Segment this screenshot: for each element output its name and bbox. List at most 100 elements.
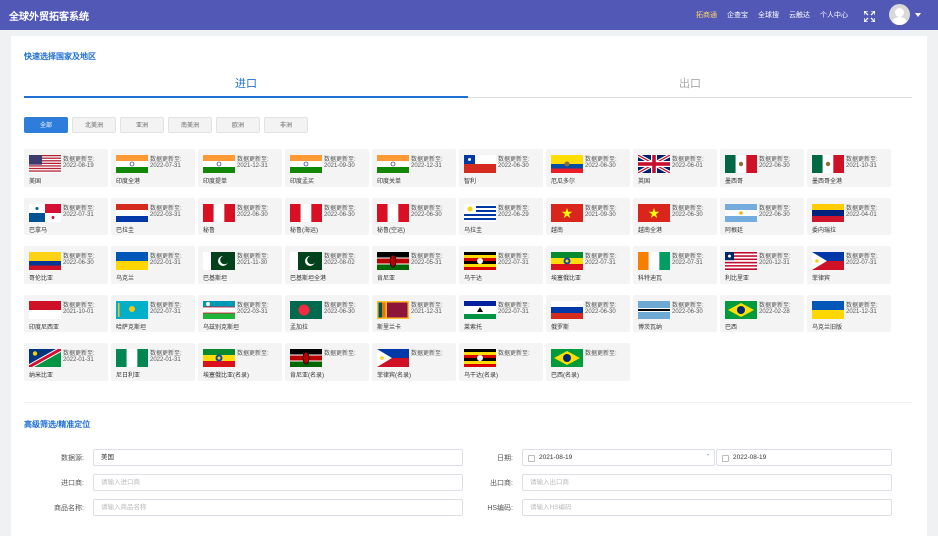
update-label: 数据更新至: — [63, 157, 95, 163]
nav-item-0[interactable]: 拓商通 — [696, 10, 717, 20]
country-card[interactable]: 数据更新至: 2022-07-31 巴拿马 — [24, 197, 108, 235]
country-card[interactable]: 数据更新至: 2021-10-31 墨西哥全港 — [807, 149, 891, 187]
us-flag-icon — [29, 155, 61, 173]
country-card[interactable]: 数据更新至: 2021-12-31 乌克兰旧版 — [807, 294, 891, 332]
country-card[interactable]: 数据更新至: 2021-09-30 越南 — [546, 197, 630, 235]
country-card[interactable]: 数据更新至: 菲律宾(名录) — [372, 343, 456, 381]
country-card[interactable]: 数据更新至: 2022-01-31 尼日利亚 — [111, 343, 195, 381]
region-tab-5[interactable]: 非洲 — [264, 117, 308, 133]
country-name: 印度关单 — [377, 179, 402, 185]
country-card[interactable]: 数据更新至: 2021-12-31 斯里兰卡 — [372, 294, 456, 332]
country-card[interactable]: 数据更新至: 2022-06-30 秘鲁(海运) — [285, 197, 369, 235]
update-label: 数据更新至: — [585, 254, 617, 260]
source-select[interactable]: 美国 — [93, 449, 463, 466]
region-tab-2[interactable]: 亚洲 — [120, 117, 164, 133]
country-card[interactable]: 数据更新至: 2022-01-31 纳米比亚 — [24, 343, 108, 381]
nav-item-2[interactable]: 全球搜 — [758, 10, 779, 20]
country-card[interactable]: 数据更新至: 2022-06-30 墨西哥 — [720, 149, 804, 187]
country-card[interactable]: 数据更新至: 2022-12-31 印度关单 — [372, 149, 456, 187]
country-card[interactable]: 数据更新至: 2022-07-31 埃塞俄比亚 — [546, 246, 630, 284]
country-card[interactable]: 数据更新至: 2022-06-30 秘鲁 — [198, 197, 282, 235]
update-date: 2021-12-31 — [846, 308, 877, 315]
country-card[interactable]: 数据更新至: 2022-08-02 巴基斯坦全港 — [285, 246, 369, 284]
user-avatar[interactable] — [889, 4, 910, 25]
country-card[interactable]: 数据更新至: 2021-09-30 印度孟买 — [285, 149, 369, 187]
chevron-down-icon[interactable] — [915, 13, 921, 17]
country-card[interactable]: 数据更新至: 2022-06-30 俄罗斯 — [546, 294, 630, 332]
country-card[interactable]: 数据更新至: 2022-05-31 肯尼亚 — [372, 246, 456, 284]
kz-flag-icon — [116, 300, 148, 319]
region-tab-1[interactable]: 北美洲 — [72, 117, 116, 133]
country-card[interactable]: 数据更新至: 2022-07-31 哈萨克斯坦 — [111, 294, 195, 332]
importer-input[interactable]: 请输入进口商 — [93, 474, 463, 491]
tab-import[interactable]: 进口 — [24, 76, 468, 98]
country-card[interactable]: 数据更新至: 2022-06-01 英国 — [633, 149, 717, 187]
section-divider — [24, 402, 912, 403]
country-card[interactable]: 数据更新至: 肯尼亚(名录) — [285, 343, 369, 381]
update-label: 数据更新至: — [237, 351, 269, 357]
country-card[interactable]: 数据更新至: 2022-03-31 巴拉圭 — [111, 197, 195, 235]
country-name: 哥伦比亚 — [29, 276, 54, 282]
country-card[interactable]: 数据更新至: 2021-12-31 印度提单 — [198, 149, 282, 187]
vn-flag-icon — [551, 203, 583, 222]
update-label: 数据更新至: — [63, 351, 95, 357]
country-name: 乌克兰 — [116, 276, 135, 282]
trade-tabs: 进口 出口 — [24, 76, 912, 98]
country-name: 智利 — [464, 179, 477, 185]
nav-item-1[interactable]: 企查宝 — [727, 10, 748, 20]
country-card[interactable]: 数据更新至: 2022-06-30 哥伦比亚 — [24, 246, 108, 284]
country-card[interactable]: 数据更新至: 2020-12-31 利比里亚 — [720, 246, 804, 284]
country-card[interactable]: 数据更新至: 2022-06-30 孟加拉 — [285, 294, 369, 332]
country-card[interactable]: 数据更新至: 2022-04-01 委内瑞拉 — [807, 197, 891, 235]
country-card[interactable]: 数据更新至: 2022-01-31 乌克兰 — [111, 246, 195, 284]
country-card[interactable]: 数据更新至: 乌干达(名录) — [459, 343, 543, 381]
fullscreen-icon[interactable] — [863, 9, 876, 23]
country-name: 墨西哥全港 — [812, 179, 843, 185]
country-name: 美国 — [29, 179, 42, 185]
ci-flag-icon — [638, 252, 670, 270]
date-start-input[interactable]: 2021-08-19 — [522, 449, 715, 466]
nav-item-3[interactable]: 云触达 — [789, 10, 810, 20]
country-card[interactable]: 数据更新至: 2022-08-19 美国 — [24, 149, 108, 187]
country-card[interactable]: 数据更新至: 2022-06-30 厄瓜多尔 — [546, 149, 630, 187]
country-card[interactable]: 数据更新至: 2022-06-30 阿根廷 — [720, 197, 804, 235]
country-card[interactable]: 数据更新至: 2022-07-31 科特迪瓦 — [633, 246, 717, 284]
region-tab-3[interactable]: 南美洲 — [168, 117, 212, 133]
update-label: 数据更新至: — [585, 351, 617, 357]
update-date: 2021-12-31 — [411, 308, 442, 315]
importer-label: 进口商: — [61, 480, 84, 487]
region-tab-0[interactable]: 全部 — [24, 117, 68, 133]
ug-flag-icon — [464, 349, 496, 367]
update-date: 2022-01-31 — [63, 357, 94, 363]
date-end-input[interactable]: 2022-08-19 — [716, 449, 892, 466]
country-card[interactable]: 数据更新至: 2021-10-01 印度尼西亚 — [24, 294, 108, 332]
country-name: 墨西哥 — [725, 179, 744, 185]
product-input[interactable]: 请输入商品名称 — [93, 499, 463, 516]
country-card[interactable]: 数据更新至: 2022-07-31 菲律宾 — [807, 246, 891, 284]
update-date: 2022-06-30 — [237, 211, 268, 218]
country-card[interactable]: 数据更新至: 2022-07-31 乌干达 — [459, 246, 543, 284]
tab-export[interactable]: 出口 — [468, 76, 912, 98]
country-card[interactable]: 数据更新至: 2022-02-28 巴西 — [720, 294, 804, 332]
app-title: 全球外贸拓客系统 — [9, 12, 89, 23]
hs-code-input[interactable]: 请输入HS编码 — [522, 499, 892, 516]
exporter-input[interactable]: 请输入出口商 — [522, 474, 892, 491]
nav-item-4[interactable]: 个人中心 — [820, 10, 848, 20]
country-card[interactable]: 数据更新至: 2022-07-31 莱索托 — [459, 294, 543, 332]
update-date: 2022-07-31 — [672, 260, 703, 266]
country-card[interactable]: 数据更新至: 2022-06-30 越南全港 — [633, 197, 717, 235]
country-card[interactable]: 数据更新至: 2022-07-31 印度全港 — [111, 149, 195, 187]
country-card[interactable]: 数据更新至: 2022-06-30 智利 — [459, 149, 543, 187]
country-card[interactable]: 数据更新至: 埃塞俄比亚(名录) — [198, 343, 282, 381]
country-card[interactable]: 数据更新至: 2021-11-30 巴基斯坦 — [198, 246, 282, 284]
country-card[interactable]: 数据更新至: 2022-03-31 乌兹别克斯坦 — [198, 294, 282, 332]
region-tab-4[interactable]: 欧洲 — [216, 117, 260, 133]
country-name: 埃塞俄比亚(名录) — [203, 373, 249, 379]
country-card[interactable]: 数据更新至: 2022-06-30 博茨瓦纳 — [633, 294, 717, 332]
country-card[interactable]: 数据更新至: 巴西(名录) — [546, 343, 630, 381]
country-card[interactable]: 数据更新至: 2022-06-30 秘鲁(空运) — [372, 197, 456, 235]
pe-flag-icon — [290, 203, 322, 222]
country-card[interactable]: 数据更新至: 2022-06-29 乌拉圭 — [459, 197, 543, 235]
country-name: 阿根廷 — [725, 227, 744, 234]
update-date: 2022-06-30 — [672, 211, 703, 218]
